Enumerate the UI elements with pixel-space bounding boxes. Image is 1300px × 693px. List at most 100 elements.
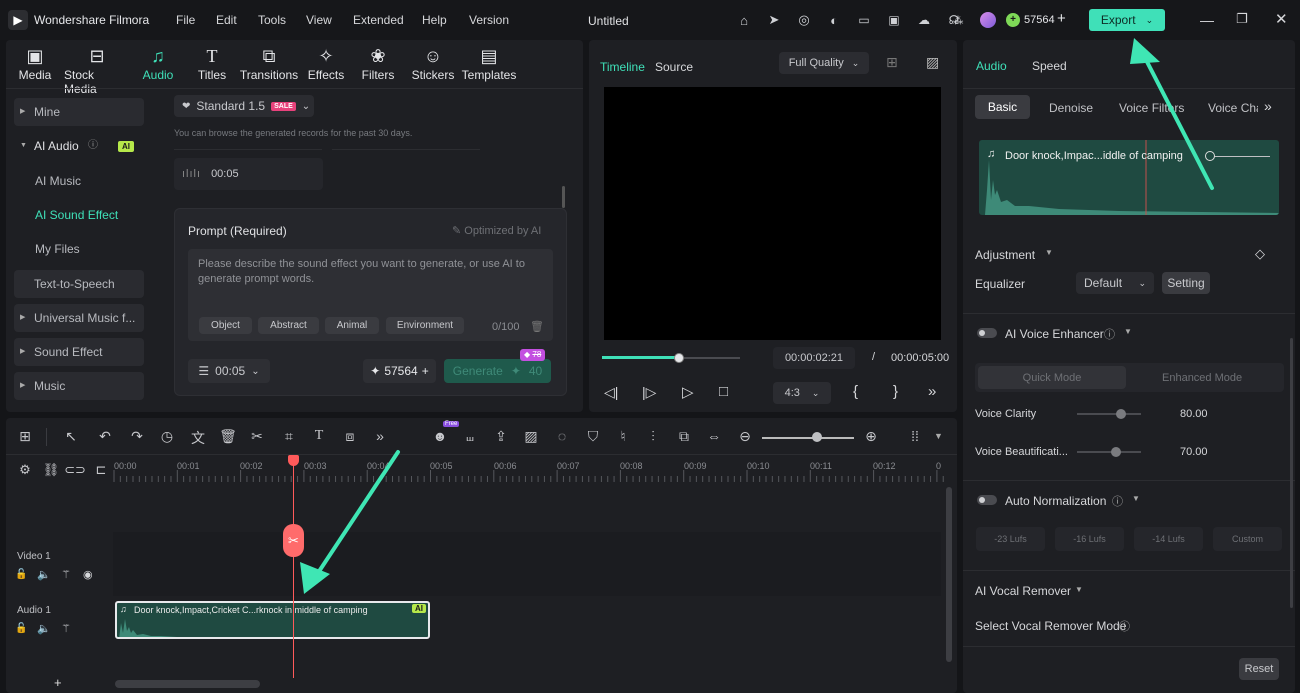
zoom-out-icon[interactable]: ⊖ xyxy=(734,428,756,446)
export-clip-icon[interactable]: ⇪ xyxy=(490,428,512,446)
playhead-line[interactable] xyxy=(293,456,294,678)
playback-knob[interactable] xyxy=(674,353,684,363)
avatar[interactable] xyxy=(980,12,996,28)
tag-environment[interactable]: Environment xyxy=(386,317,464,334)
aspect-select[interactable]: 4:3 ⌄ xyxy=(773,382,831,404)
video-track-lane[interactable] xyxy=(113,532,941,596)
zoom-in-icon[interactable]: ⊕ xyxy=(860,428,882,446)
sidebar-item-universal-music[interactable]: ▶ Universal Music f... xyxy=(14,304,144,332)
setting-button[interactable]: Setting xyxy=(1162,272,1210,294)
subtab-denoise[interactable]: Denoise xyxy=(1049,101,1093,115)
maximize-icon[interactable]: ❐ xyxy=(1236,11,1248,27)
mark-in-icon[interactable]: { xyxy=(853,383,858,400)
speed-icon[interactable]: ◷ xyxy=(156,428,178,446)
text-icon[interactable]: T xyxy=(308,428,330,446)
chevron-down-icon[interactable]: ▼ xyxy=(934,431,943,441)
tab-source[interactable]: Source xyxy=(655,60,693,74)
lock-icon[interactable]: 🔓 xyxy=(15,623,27,634)
copilot-icon[interactable]: ◐ xyxy=(826,12,842,28)
shield-icon[interactable]: ⛉ xyxy=(582,428,604,446)
panel-scrollbar[interactable] xyxy=(1290,338,1293,608)
toolbar-media[interactable]: ▣ Media xyxy=(6,44,64,88)
ai-mascot-icon[interactable]: ☻ xyxy=(429,428,451,446)
tag-animal[interactable]: Animal xyxy=(325,317,379,334)
zoom-track[interactable] xyxy=(762,437,854,439)
fit-icon[interactable]: ⇔ xyxy=(703,428,725,446)
menu-file[interactable]: File xyxy=(176,13,195,27)
mark-out-icon[interactable]: } xyxy=(893,383,898,400)
stop-icon[interactable]: □ xyxy=(719,383,728,400)
crop-icon[interactable]: ⌗ xyxy=(278,428,300,446)
sidebar-item-ai-audio[interactable]: ▼ AI Audio ⓘ AI xyxy=(14,132,144,160)
lufs-16-button[interactable]: -16 Lufs xyxy=(1055,527,1124,551)
menu-version[interactable]: Version xyxy=(469,13,509,27)
scissors-icon[interactable]: ✂ xyxy=(246,428,268,446)
quick-mode-button[interactable]: Quick Mode xyxy=(978,366,1126,389)
voice-beauty-knob[interactable] xyxy=(1111,447,1121,457)
sidebar-item-music[interactable]: ▶ Music xyxy=(14,372,144,400)
cloud-upload-icon[interactable]: ☁ xyxy=(916,12,932,28)
toolbar-stickers[interactable]: ☺ Stickers xyxy=(406,44,460,88)
unlink-icon[interactable]: ⛓ xyxy=(40,462,62,480)
ai-wand-icon[interactable]: ⚚ xyxy=(61,568,71,581)
sidebar-item-sound-effect[interactable]: ▶ Sound Effect xyxy=(14,338,144,366)
lufs-14-button[interactable]: -14 Lufs xyxy=(1134,527,1203,551)
zoom-knob[interactable] xyxy=(812,432,822,442)
snapshot-icon[interactable]: ▨ xyxy=(926,54,939,71)
ai-wand-icon[interactable]: ⚚ xyxy=(61,622,71,635)
apps-grid-icon[interactable]: ⁂ xyxy=(950,12,966,28)
enhanced-mode-button[interactable]: Enhanced Mode xyxy=(1162,372,1242,384)
toolbar-audio[interactable]: ♫ Audio xyxy=(130,44,186,88)
subtab-voice-changer[interactable]: Voice Cha xyxy=(1208,101,1258,115)
ai-icon[interactable]: ◎ xyxy=(796,12,812,28)
voice-beauty-slider[interactable] xyxy=(1077,451,1141,453)
undo-icon[interactable]: ↶ xyxy=(94,428,116,446)
timeline-hscroll[interactable] xyxy=(115,680,260,688)
sidebar-item-my-files[interactable]: My Files xyxy=(14,235,144,263)
toolbar-transitions[interactable]: ⧉ Transitions xyxy=(238,44,300,88)
eye-icon[interactable]: ◉ xyxy=(83,568,93,581)
settings-icon[interactable]: ⚙ xyxy=(14,462,36,480)
playhead-head[interactable] xyxy=(288,455,299,466)
ripple-icon[interactable]: ⊏ xyxy=(90,462,112,480)
toolbar-filters[interactable]: ❀ Filters xyxy=(352,44,404,88)
close-icon[interactable]: ✕ xyxy=(1275,10,1288,28)
link-icon[interactable]: ⊂⊃ xyxy=(64,462,86,480)
model-select[interactable]: ❤ Standard 1.5 SALE ⌄ xyxy=(174,95,314,117)
expand-icon[interactable]: ▼ xyxy=(1075,585,1083,594)
volume-icon[interactable]: 🔈 xyxy=(37,622,51,635)
quality-select[interactable]: Full Quality ⌄ xyxy=(779,52,869,74)
export-button[interactable]: Export ⌄ xyxy=(1089,9,1165,31)
lufs-custom-button[interactable]: Custom xyxy=(1213,527,1282,551)
layout-icon[interactable]: ▭ xyxy=(856,12,872,28)
split-scene-icon[interactable]: ⧢ xyxy=(459,428,481,446)
add-credits-icon[interactable]: + xyxy=(1057,10,1066,27)
subtabs-more-icon[interactable]: » xyxy=(1264,98,1272,114)
voice-clarity-slider[interactable] xyxy=(1077,413,1141,415)
duration-select[interactable]: ☰ 00:05 ⌄ xyxy=(188,359,270,383)
audio-clip[interactable]: ♫ Door knock,Impact,Cricket C...rknock i… xyxy=(115,601,430,639)
more-icon[interactable]: » xyxy=(928,383,936,400)
subtab-basic[interactable]: Basic xyxy=(975,95,1030,119)
tag-object[interactable]: Object xyxy=(199,317,252,334)
help-icon[interactable]: ⓘ xyxy=(1112,493,1123,509)
menu-edit[interactable]: Edit xyxy=(216,13,237,27)
lufs-23-button[interactable]: -23 Lufs xyxy=(976,527,1045,551)
send-icon[interactable]: ➤ xyxy=(766,12,782,28)
sidebar-item-ai-music[interactable]: AI Music xyxy=(14,167,144,195)
voice-clarity-knob[interactable] xyxy=(1116,409,1126,419)
menu-help[interactable]: Help xyxy=(422,13,447,27)
prev-frame-icon[interactable]: ◁| xyxy=(604,384,618,401)
volume-icon[interactable]: 🔈 xyxy=(37,568,51,581)
expand-icon[interactable]: ▼ xyxy=(1045,248,1053,257)
pip-icon[interactable]: ⧉ xyxy=(673,428,695,446)
microphone-icon[interactable]: ♮ xyxy=(612,428,634,446)
minimize-icon[interactable]: — xyxy=(1200,12,1214,28)
redo-icon[interactable]: ↷ xyxy=(126,428,148,446)
image-icon[interactable]: ▨ xyxy=(520,428,542,446)
ai-translate-icon[interactable]: 文 xyxy=(187,428,209,446)
timeline-vscroll[interactable] xyxy=(946,487,952,662)
voice-enhancer-toggle[interactable] xyxy=(977,328,997,338)
tab-timeline[interactable]: Timeline xyxy=(600,60,645,74)
record-item[interactable]: ılılı 00:05 xyxy=(174,158,323,190)
